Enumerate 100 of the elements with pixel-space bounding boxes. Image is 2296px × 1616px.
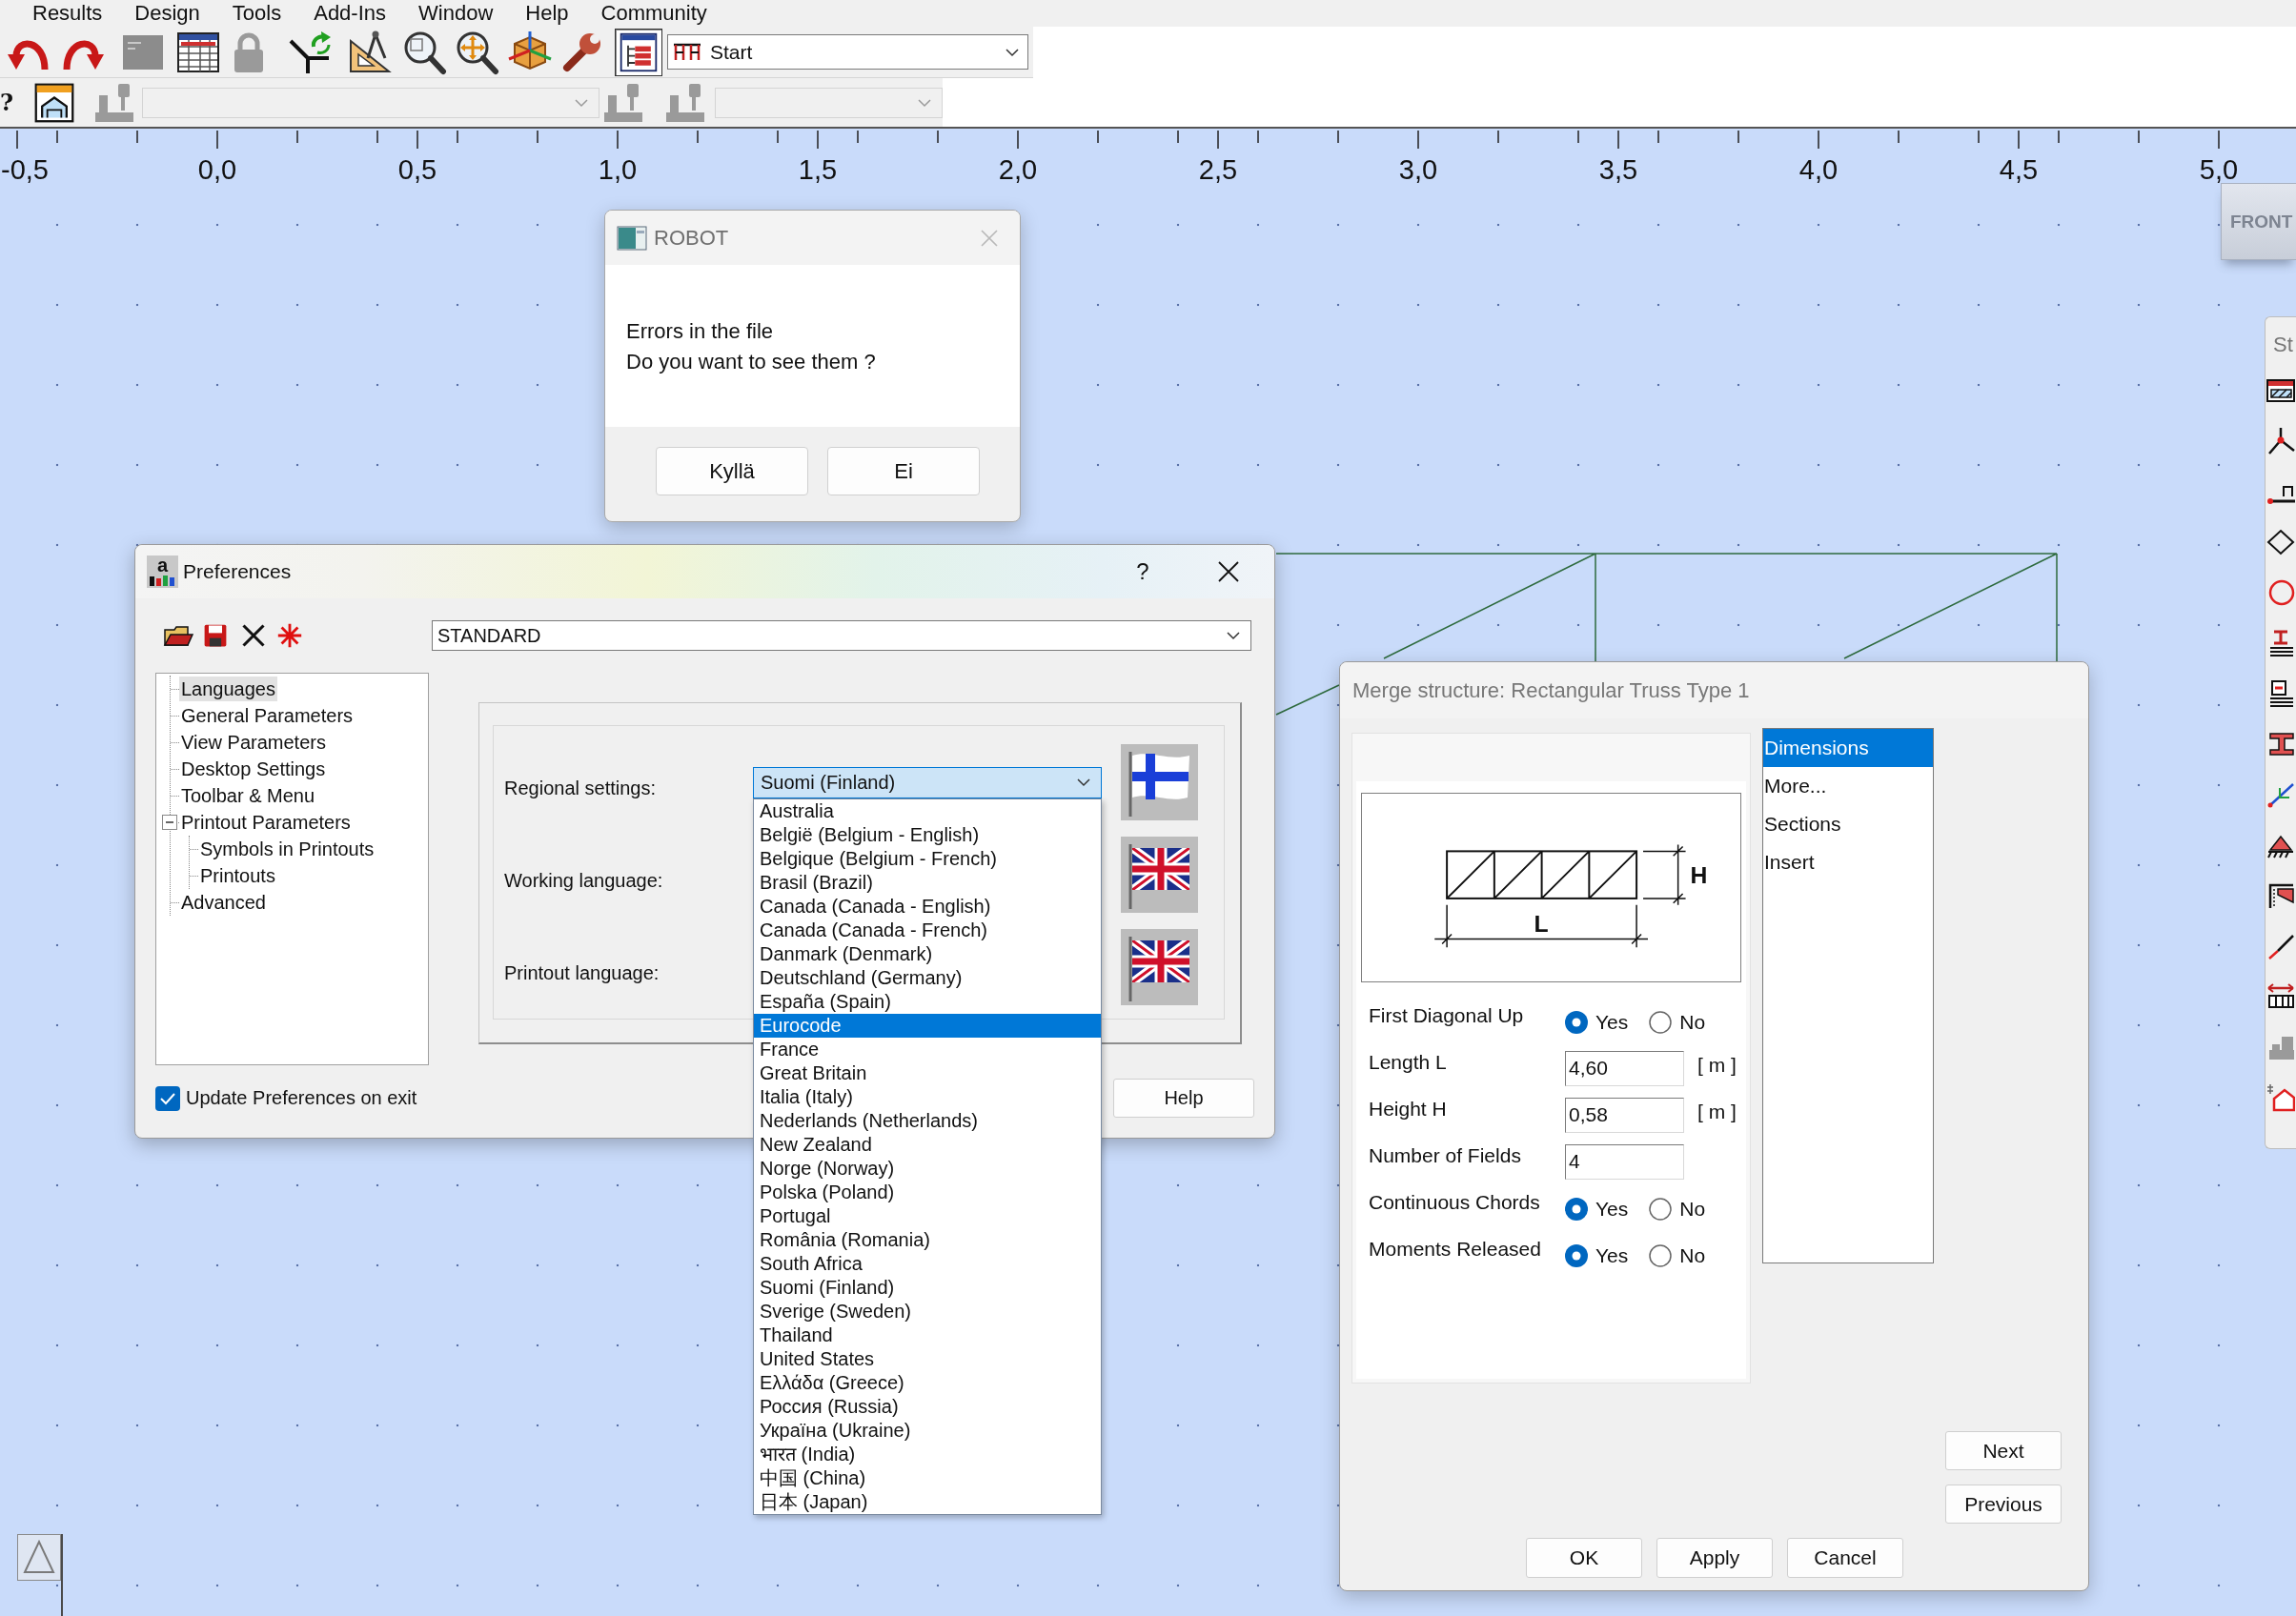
- dropdown-option[interactable]: Danmark (Denmark): [754, 941, 1101, 966]
- radio-button[interactable]: [1565, 1243, 1588, 1267]
- start-dropdown[interactable]: Start: [667, 34, 1028, 70]
- tree-item[interactable]: Symbols in Printouts: [198, 837, 376, 861]
- ruler-grid-icon[interactable]: [2266, 982, 2295, 1011]
- radio-button[interactable]: [1649, 1243, 1673, 1267]
- dropdown-option[interactable]: Canada (Canada - French): [754, 918, 1101, 942]
- dropdown-option[interactable]: 日本 (Japan): [754, 1489, 1101, 1514]
- diagonal-line-icon[interactable]: [2266, 932, 2295, 960]
- text-field[interactable]: 4,60: [1565, 1051, 1684, 1086]
- diamond-icon[interactable]: [2266, 528, 2295, 556]
- page-list-item[interactable]: More...: [1763, 767, 1933, 805]
- tree-item[interactable]: Languages: [179, 677, 277, 701]
- dropdown-option[interactable]: België (Belgium - English): [754, 822, 1101, 847]
- dropdown-option[interactable]: Australia: [754, 798, 1101, 823]
- dialog-button[interactable]: Kyllä: [656, 447, 808, 495]
- tree-item[interactable]: Printout Parameters: [179, 810, 353, 835]
- page-list-item[interactable]: Sections: [1763, 805, 1933, 843]
- tree-item[interactable]: Advanced: [179, 890, 268, 915]
- field-label: Height H: [1369, 1097, 1448, 1121]
- dropdown-option[interactable]: Canada (Canada - English): [754, 894, 1101, 919]
- checkbox[interactable]: [155, 1085, 180, 1111]
- radio-label[interactable]: No: [1679, 1243, 1706, 1267]
- circle-icon[interactable]: [2266, 578, 2295, 607]
- dropdown-option[interactable]: South Africa: [754, 1251, 1101, 1276]
- dropdown-option[interactable]: भारत (India): [754, 1442, 1101, 1466]
- dropdown-option[interactable]: 中国 (China): [754, 1465, 1101, 1490]
- help-glyph[interactable]: ?: [1133, 558, 1152, 585]
- checkbox-label[interactable]: Update Preferences on exit: [186, 1087, 417, 1109]
- radio-button[interactable]: [1649, 1010, 1673, 1034]
- tree-item[interactable]: General Parameters: [179, 703, 356, 728]
- dialog-button[interactable]: Apply: [1656, 1538, 1773, 1578]
- dropdown-option[interactable]: Россия (Russia): [754, 1394, 1101, 1419]
- menu-item[interactable]: Results: [32, 1, 103, 26]
- node-arrows-icon[interactable]: [287, 29, 333, 75]
- profile-dropdown[interactable]: STANDARD: [432, 620, 1251, 651]
- page-list-item[interactable]: Insert: [1763, 843, 1933, 881]
- dropdown-option[interactable]: Suomi (Finland): [754, 1275, 1101, 1300]
- text-field[interactable]: 4: [1565, 1144, 1684, 1180]
- help-glyph[interactable]: ?: [0, 88, 14, 117]
- radio-label[interactable]: No: [1679, 1197, 1706, 1221]
- radio-button[interactable]: [1649, 1197, 1673, 1221]
- dropdown-option[interactable]: România (Romania): [754, 1227, 1101, 1252]
- radio-label[interactable]: Yes: [1595, 1243, 1629, 1267]
- radio-button[interactable]: [1565, 1010, 1588, 1034]
- dialog-button[interactable]: Ei: [827, 447, 980, 495]
- dialog-button[interactable]: Cancel: [1787, 1538, 1903, 1578]
- dropdown-option[interactable]: Україна (Ukraine): [754, 1418, 1101, 1443]
- dropdown-option[interactable]: Norge (Norway): [754, 1156, 1101, 1181]
- dropdown-option[interactable]: Italia (Italy): [754, 1084, 1101, 1109]
- chevron-down-icon: [917, 97, 933, 108]
- nav-button[interactable]: Previous: [1945, 1485, 2062, 1524]
- dropdown-option[interactable]: Deutschland (Germany): [754, 965, 1101, 990]
- node-icon[interactable]: [2266, 427, 2295, 455]
- dropdown-option[interactable]: Great Britain: [754, 1060, 1101, 1085]
- dropdown-option[interactable]: Thailand: [754, 1323, 1101, 1347]
- menu-item[interactable]: Window: [418, 1, 494, 26]
- dropdown-option[interactable]: Ελλάδα (Greece): [754, 1370, 1101, 1395]
- house-window-icon[interactable]: [33, 81, 76, 124]
- window-icon[interactable]: [2266, 376, 2295, 405]
- dropdown-option[interactable]: Brasil (Brazil): [754, 870, 1101, 895]
- radio-label[interactable]: No: [1679, 1010, 1706, 1034]
- dialog-button[interactable]: OK: [1526, 1538, 1642, 1578]
- view-toggle-button[interactable]: [615, 28, 662, 76]
- settings-dropdown[interactable]: Suomi (Finland): [753, 766, 1102, 798]
- message-text: Errors in the file: [626, 318, 775, 345]
- tree-item[interactable]: Printouts: [198, 863, 277, 888]
- radio-label[interactable]: Yes: [1595, 1010, 1629, 1034]
- dropdown-option[interactable]: France: [754, 1037, 1101, 1061]
- dropdown-option[interactable]: Nederlands (Netherlands): [754, 1108, 1101, 1133]
- dropdown-option[interactable]: New Zealand: [754, 1132, 1101, 1157]
- house-icon[interactable]: [2266, 1083, 2295, 1112]
- collapse-icon[interactable]: [162, 815, 177, 830]
- menu-item[interactable]: Tools: [232, 1, 282, 26]
- corner-panel-icon[interactable]: [2266, 881, 2295, 910]
- nav-button[interactable]: Next: [1945, 1431, 2062, 1470]
- page-list-item[interactable]: Dimensions: [1763, 729, 1933, 767]
- radio-label[interactable]: Yes: [1595, 1197, 1629, 1221]
- tree-item[interactable]: Desktop Settings: [179, 757, 328, 781]
- menu-item[interactable]: Community: [600, 1, 707, 26]
- tree-item[interactable]: View Parameters: [179, 730, 328, 755]
- close-icon[interactable]: [1217, 560, 1240, 583]
- dropdown-option[interactable]: Eurocode: [754, 1013, 1101, 1038]
- dropdown-option[interactable]: Belgique (Belgium - French): [754, 846, 1101, 871]
- text-field[interactable]: 0,58: [1565, 1098, 1684, 1133]
- tree-item[interactable]: Toolbar & Menu: [179, 783, 317, 808]
- dropdown-option[interactable]: Sverige (Sweden): [754, 1299, 1101, 1323]
- dropdown-option[interactable]: España (Spain): [754, 989, 1101, 1014]
- radio-button[interactable]: [1565, 1197, 1588, 1221]
- set-square-icon[interactable]: [347, 29, 393, 75]
- menu-item[interactable]: Add-Ins: [314, 1, 387, 26]
- dropdown-option[interactable]: Portugal: [754, 1203, 1101, 1228]
- axes-icon[interactable]: [2266, 780, 2295, 809]
- uk-flag-icon: [1121, 837, 1198, 913]
- help-button[interactable]: Help: [1113, 1079, 1254, 1118]
- menu-item[interactable]: Design: [134, 1, 200, 26]
- dropdown-option[interactable]: Polska (Poland): [754, 1180, 1101, 1204]
- i-beam-icon[interactable]: [2266, 730, 2295, 758]
- dropdown-option[interactable]: United States: [754, 1346, 1101, 1371]
- menu-item[interactable]: Help: [525, 1, 569, 26]
